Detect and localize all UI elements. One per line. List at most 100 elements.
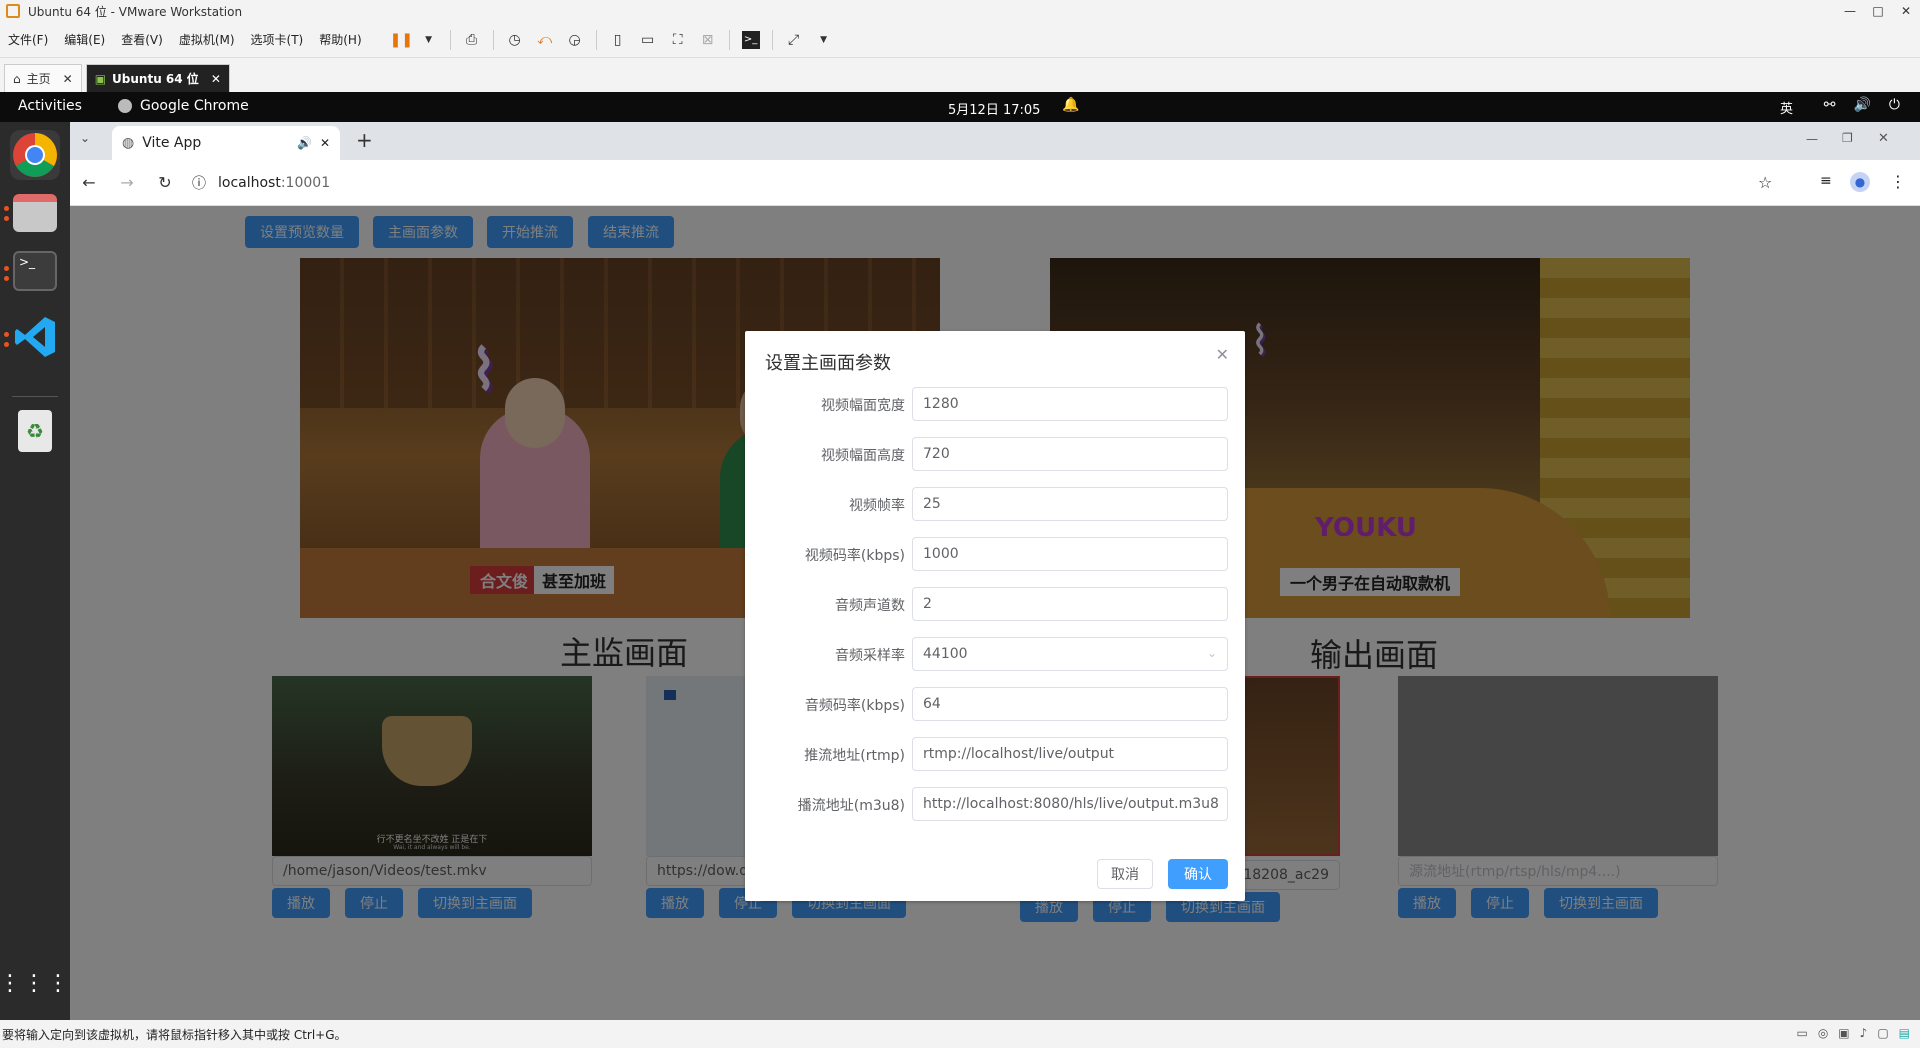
unity-icon[interactable]: ⊠	[699, 31, 717, 49]
chrome-icon[interactable]	[10, 130, 60, 180]
vmware-menubar: 文件(F) 编辑(E) 查看(V) 虚拟机(M) 选项卡(T) 帮助(H) ❚❚…	[0, 22, 1920, 58]
field-frame-rate: 视频帧率 25	[745, 487, 1245, 521]
audio-icon[interactable]: 🔊	[297, 136, 312, 150]
bookmark-star-icon[interactable]: ☆	[1758, 173, 1772, 192]
field-label: 音频采样率	[835, 648, 905, 664]
stretch-icon[interactable]: ⤢	[785, 31, 803, 49]
play-url-input[interactable]: http://localhost:8080/hls/live/output.m3…	[912, 787, 1228, 821]
message-icon[interactable]: ▤	[1899, 1026, 1910, 1040]
url-bar[interactable]: localhost:10001	[218, 175, 330, 191]
field-push-url: 推流地址(rtmp) rtmp://localhost/live/output	[745, 737, 1245, 771]
back-icon[interactable]: ←	[70, 173, 108, 192]
clock[interactable]: 5月12日 17:05	[948, 99, 1040, 118]
sample-rate-select[interactable]: 44100 ⌄	[912, 637, 1228, 671]
send-keys-icon[interactable]: ⎙	[463, 31, 481, 49]
sound-icon[interactable]: ♪	[1860, 1026, 1868, 1040]
frame-rate-input[interactable]: 25	[912, 487, 1228, 521]
revert-snapshot-icon[interactable]: ⤺	[536, 31, 554, 49]
tab-ubuntu[interactable]: ▣ Ubuntu 64 位 ✕	[85, 64, 230, 92]
menu-view[interactable]: 查看(V)	[113, 31, 171, 48]
globe-icon: ◍	[122, 135, 135, 151]
site-info-icon[interactable]: ⓘ	[192, 173, 206, 193]
close-icon[interactable]: ✕	[63, 72, 73, 86]
snapshot-manager-icon[interactable]: ◶	[566, 31, 584, 49]
reload-icon[interactable]: ↻	[146, 173, 184, 192]
close-tab-icon[interactable]: ✕	[320, 136, 330, 150]
dock-separator	[12, 396, 58, 397]
power-icon[interactable]: ⏻	[1889, 97, 1900, 113]
running-indicator	[4, 216, 9, 221]
maximize-button[interactable]: □	[1864, 0, 1892, 22]
menu-vm[interactable]: 虚拟机(M)	[171, 31, 243, 48]
field-label: 音频声道数	[835, 598, 905, 614]
cdrom-icon[interactable]: ◎	[1818, 1026, 1828, 1040]
close-icon[interactable]: ✕	[211, 72, 221, 86]
menu-tabs[interactable]: 选项卡(T)	[243, 31, 312, 48]
home-icon: ⌂	[13, 71, 21, 86]
terminal-icon[interactable]: >_	[741, 30, 760, 49]
menu-file[interactable]: 文件(F)	[0, 31, 56, 48]
display-icon[interactable]: ▢	[1877, 1026, 1888, 1040]
push-url-input[interactable]: rtmp://localhost/live/output	[912, 737, 1228, 771]
chrome-toolbar: ← → ↻ ⓘ localhost:10001 ☆ ≡ ● ⋮	[70, 160, 1920, 206]
audio-channels-input[interactable]: 2	[912, 587, 1228, 621]
show-apps-icon[interactable]: ⋮⋮⋮	[0, 958, 69, 1008]
chrome-close-icon[interactable]: ✕	[1878, 131, 1889, 146]
files-icon[interactable]	[10, 188, 60, 238]
dropdown-icon[interactable]: ▼	[420, 31, 438, 49]
confirm-button[interactable]: 确认	[1168, 859, 1228, 889]
app-menu[interactable]: Google Chrome	[140, 98, 249, 114]
terminal-app-icon[interactable]: >_	[10, 246, 60, 296]
media-control-icon[interactable]: ≡	[1820, 173, 1832, 189]
close-button[interactable]: ✕	[1892, 0, 1920, 22]
tab-ubuntu-label: Ubuntu 64 位	[112, 72, 199, 86]
tab-title: Vite App	[142, 135, 202, 151]
field-label: 播流地址(m3u8)	[797, 798, 905, 814]
tab-vite-app[interactable]: ◍ Vite App 🔊 ✕	[112, 126, 340, 160]
chrome-menu-icon[interactable]: ⋮	[1890, 172, 1906, 191]
fullscreen-icon[interactable]: ⛶	[669, 31, 687, 49]
network-icon[interactable]: ⚯	[1824, 97, 1836, 113]
minimize-button[interactable]: —	[1836, 0, 1864, 22]
tab-home[interactable]: ⌂ 主页 ✕	[4, 64, 82, 92]
chrome-window: ⌄ ◍ Vite App 🔊 ✕ + — ❐ ✕ ← → ↻ ⓘ localho…	[70, 122, 1920, 1020]
menu-help[interactable]: 帮助(H)	[311, 31, 369, 48]
running-indicator	[4, 332, 9, 337]
activities-button[interactable]: Activities	[18, 98, 82, 114]
stretch-dropdown-icon[interactable]: ▼	[815, 31, 833, 49]
volume-icon[interactable]: 🔊	[1853, 97, 1870, 113]
menu-edit[interactable]: 编辑(E)	[56, 31, 113, 48]
chrome-restore-icon[interactable]: ❐	[1842, 131, 1853, 145]
hdd-icon[interactable]: ▭	[1796, 1026, 1807, 1040]
vscode-icon[interactable]	[10, 312, 60, 362]
sample-rate-value: 44100	[923, 646, 968, 662]
video-width-input[interactable]: 1280	[912, 387, 1228, 421]
audio-bitrate-input[interactable]: 64	[912, 687, 1228, 721]
field-label: 视频幅面宽度	[821, 398, 905, 414]
pause-icon[interactable]: ❚❚	[390, 31, 413, 49]
field-audio-channels: 音频声道数 2	[745, 587, 1245, 621]
close-icon[interactable]: ✕	[1216, 345, 1229, 364]
input-method[interactable]: 英	[1780, 98, 1793, 117]
ubuntu-dock: >_ ♻ ⋮⋮⋮	[0, 122, 70, 1020]
url-port: :10001	[280, 174, 331, 191]
trash-icon[interactable]: ♻	[10, 406, 60, 456]
console-view-icon[interactable]: ▭	[639, 31, 657, 49]
library-icon[interactable]: ▯	[609, 31, 627, 49]
dialog-title: 设置主画面参数	[765, 353, 891, 374]
forward-icon[interactable]: →	[108, 173, 146, 192]
snapshot-icon[interactable]: ◷	[506, 31, 524, 49]
field-label: 推流地址(rtmp)	[804, 748, 905, 764]
network-adapter-icon[interactable]: ▣	[1838, 1026, 1849, 1040]
field-video-width: 视频幅面宽度 1280	[745, 387, 1245, 421]
tab-search-icon[interactable]: ⌄	[80, 131, 90, 145]
video-bitrate-input[interactable]: 1000	[912, 537, 1228, 571]
profile-icon[interactable]: ●	[1850, 172, 1870, 192]
chrome-minimize-icon[interactable]: —	[1806, 132, 1818, 146]
url-host: localhost	[218, 174, 281, 191]
cancel-button[interactable]: 取消	[1097, 859, 1153, 889]
video-height-input[interactable]: 720	[912, 437, 1228, 471]
new-tab-icon[interactable]: +	[356, 128, 373, 152]
field-video-height: 视频幅面高度 720	[745, 437, 1245, 471]
ubuntu-topbar: Activities Google Chrome 5月12日 17:05 🔔 英…	[0, 92, 1920, 122]
